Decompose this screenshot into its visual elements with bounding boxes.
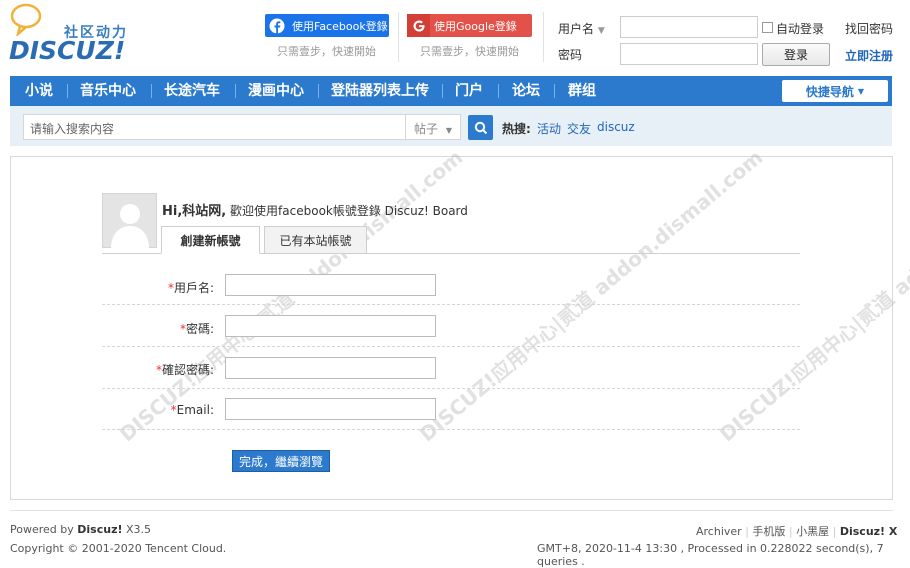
- welcome-text: Hi,科站网, 歡迎使用facebook帳號登錄 Discuz! Board: [162, 200, 468, 219]
- search-icon: [474, 121, 487, 134]
- email-field[interactable]: [225, 398, 436, 420]
- search-button[interactable]: [468, 115, 493, 140]
- username-label[interactable]: 用户名 ▼: [558, 20, 605, 37]
- row-divider: [102, 304, 800, 305]
- hot-search-label: 热搜:: [502, 122, 531, 136]
- nav-divider: [498, 84, 499, 98]
- chevron-down-icon: ▼: [597, 26, 605, 36]
- password-field-label-text: 密碼:: [185, 322, 214, 336]
- divider: [398, 12, 399, 62]
- user-silhouette-icon: [111, 204, 149, 249]
- tab-create-account[interactable]: 創建新帳號: [161, 226, 260, 254]
- google-icon: [407, 14, 430, 37]
- quick-nav-label: 快捷导航: [805, 84, 854, 99]
- hot-search-item[interactable]: 活动: [537, 120, 561, 137]
- username-field-label-text: 用戶名:: [173, 281, 214, 295]
- nav-item-novel[interactable]: 小说: [25, 76, 53, 106]
- hot-search-item[interactable]: 交友: [567, 120, 591, 137]
- footer-sep: |: [788, 525, 793, 538]
- row-divider: [102, 346, 800, 347]
- welcome-name: Hi,科站网,: [162, 204, 227, 219]
- footer-brand[interactable]: Discuz! X: [840, 525, 898, 538]
- confirm-password-field-label: *確認密碼:: [155, 363, 214, 377]
- nav-item-portal[interactable]: 门户: [455, 76, 483, 106]
- email-field-label-text: Email:: [176, 403, 214, 417]
- facebook-login-button[interactable]: 使用Facebook登錄: [265, 14, 389, 37]
- welcome-message: 歡迎使用facebook帳號登錄 Discuz! Board: [230, 204, 468, 218]
- google-login-label: 使用Google登錄: [434, 19, 517, 33]
- nav-divider: [67, 84, 68, 98]
- username-label-text: 用户名: [558, 22, 595, 36]
- facebook-icon: [265, 14, 288, 37]
- password-label: 密码: [558, 48, 583, 62]
- confirm-password-field-label-text: 確認密碼:: [161, 363, 214, 377]
- footer-stats: GMT+8, 2020-11-4 13:30 , Processed in 0.…: [537, 542, 884, 568]
- password-field[interactable]: [225, 315, 436, 337]
- footer-sep: |: [832, 525, 837, 538]
- submit-button[interactable]: 完成，繼續瀏覽: [232, 450, 330, 472]
- logo-text[interactable]: DISCUZ!: [9, 36, 125, 65]
- nav-item-launcher[interactable]: 登陆器列表上传: [331, 76, 429, 106]
- powered-by: Powered by Discuz! X3.5: [10, 523, 151, 536]
- username-field[interactable]: [225, 274, 436, 296]
- nav-divider: [442, 84, 443, 98]
- nav-item-bus[interactable]: 长途汽车: [164, 76, 220, 106]
- powered-by-version: X3.5: [126, 523, 152, 536]
- archiver-link[interactable]: Archiver: [696, 525, 742, 538]
- username-input[interactable]: [620, 16, 758, 38]
- avatar: [102, 193, 157, 249]
- nav-item-music[interactable]: 音乐中心: [80, 76, 136, 106]
- nav-divider: [554, 84, 555, 98]
- footer-sep: |: [745, 525, 749, 538]
- nav-divider: [235, 84, 236, 98]
- main-nav: 小说 音乐中心 长途汽车 漫画中心 登陆器列表上传 门户 论坛 群组: [10, 76, 892, 106]
- google-login-hint: 只需壹步，快速開始: [420, 45, 519, 58]
- hot-search-item[interactable]: discuz: [597, 120, 635, 134]
- nav-item-comic[interactable]: 漫画中心: [248, 76, 304, 106]
- password-field-label: *密碼:: [179, 322, 214, 336]
- confirm-password-field[interactable]: [225, 357, 436, 379]
- nav-item-group[interactable]: 群组: [568, 76, 596, 106]
- powered-by-brand[interactable]: Discuz!: [77, 523, 122, 536]
- row-divider: [102, 429, 800, 430]
- powered-by-prefix: Powered by: [10, 523, 74, 536]
- row-divider: [102, 388, 800, 389]
- chevron-down-icon: ▼: [857, 86, 865, 96]
- auto-login-label[interactable]: 自动登录: [776, 20, 824, 37]
- nav-item-forum[interactable]: 论坛: [512, 76, 540, 106]
- facebook-login-hint: 只需壹步，快速開始: [277, 45, 376, 58]
- footer-links: Archiver | 手机版 | 小黑屋 | Discuz! X: [696, 523, 897, 539]
- search-type-select[interactable]: 帖子 ▼: [405, 114, 461, 140]
- nav-divider: [151, 84, 152, 98]
- auto-login-checkbox[interactable]: [762, 22, 773, 33]
- username-field-label: *用戶名:: [167, 281, 214, 295]
- blacklist-link[interactable]: 小黑屋: [796, 525, 829, 538]
- forgot-password-link[interactable]: 找回密码: [845, 20, 893, 37]
- tab-existing-account[interactable]: 已有本站帳號: [264, 226, 367, 254]
- register-link[interactable]: 立即注册: [845, 47, 893, 64]
- search-input[interactable]: 请输入搜索内容: [23, 114, 405, 140]
- google-login-button[interactable]: 使用Google登錄: [407, 14, 532, 37]
- logo-bubble-icon[interactable]: [10, 2, 50, 38]
- divider: [543, 12, 544, 62]
- search-type-label: 帖子: [414, 122, 439, 136]
- footer-divider: [10, 510, 893, 511]
- password-input[interactable]: [620, 43, 758, 65]
- quick-nav-button[interactable]: 快捷导航 ▼: [782, 80, 888, 102]
- copyright: Copyright © 2001-2020 Tencent Cloud.: [10, 542, 227, 555]
- chevron-down-icon: ▼: [445, 126, 452, 135]
- login-button[interactable]: 登录: [762, 43, 830, 66]
- mobile-link[interactable]: 手机版: [752, 525, 785, 538]
- facebook-login-label: 使用Facebook登錄: [292, 19, 388, 33]
- nav-divider: [318, 84, 319, 98]
- email-field-label: *Email:: [170, 403, 214, 417]
